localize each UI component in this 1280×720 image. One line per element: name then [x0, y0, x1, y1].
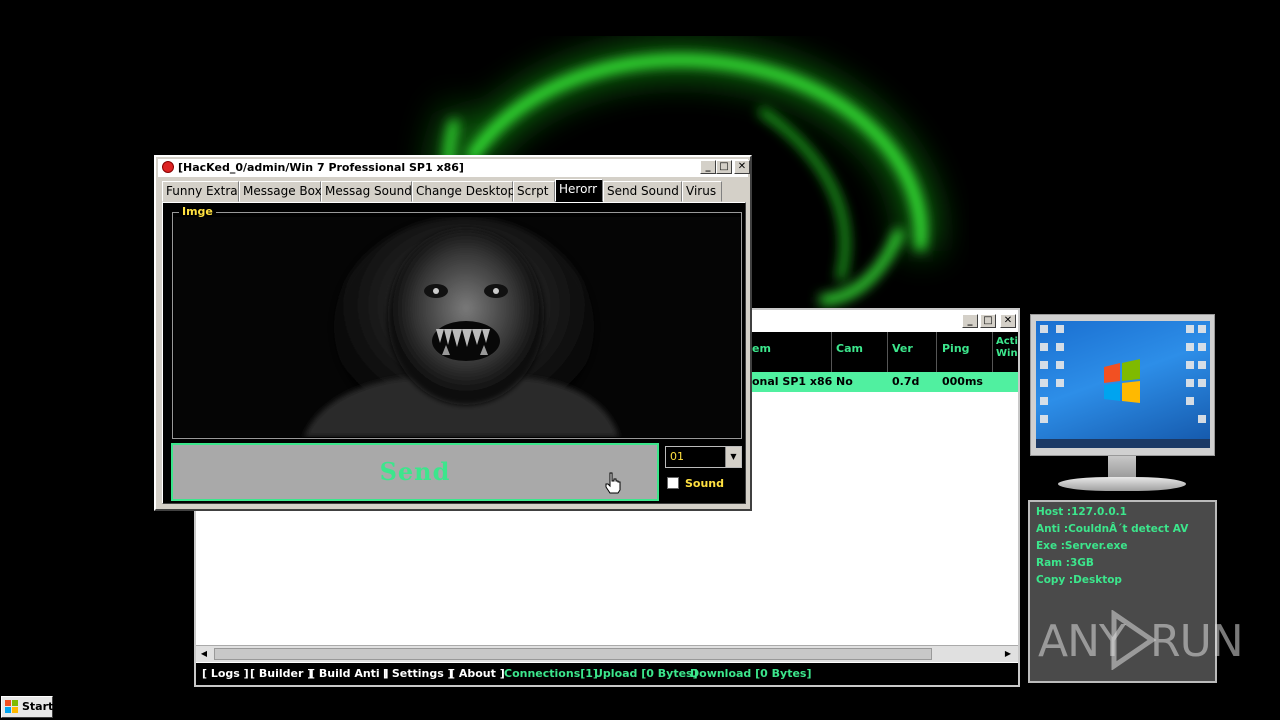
sound-select[interactable]: 01 ▼	[665, 446, 742, 468]
monitor-stand	[1108, 456, 1136, 478]
tab-virus[interactable]: Virus	[682, 181, 722, 202]
hand-cursor-icon	[605, 472, 621, 494]
info-host: Host :127.0.0.1	[1036, 506, 1127, 518]
sound-select-value: 01	[670, 450, 684, 463]
anyrun-watermark: ANY RUN	[1038, 610, 1244, 672]
scroll-right-icon[interactable]: ▶	[1002, 648, 1014, 660]
watermark-text-right: RUN	[1150, 616, 1244, 667]
close-button[interactable]: ✕	[734, 160, 750, 174]
app-icon	[162, 161, 174, 173]
column-header[interactable]: Ver	[892, 342, 913, 355]
remote-desktop-thumbnail[interactable]	[1030, 314, 1215, 456]
tab-strip: Funny Extra Message Box Messag Sound Cha…	[162, 179, 746, 203]
start-label: Start	[22, 700, 54, 713]
column-header[interactable]: Cam	[836, 342, 863, 355]
window-titlebar[interactable]: [HacKed_0/admin/Win 7 Professional SP1 x…	[158, 159, 750, 177]
window-title: [HacKed_0/admin/Win 7 Professional SP1 x…	[178, 161, 464, 174]
cell-system: onal SP1 x86	[752, 375, 833, 388]
tab-change-desktop[interactable]: Change Desktop	[412, 181, 515, 202]
build-anti-link[interactable]: [ Build Anti ]	[310, 667, 389, 680]
download-status: Download [0 Bytes]	[690, 667, 812, 680]
cell-ping: 000ms	[942, 375, 983, 388]
desktop: _ □ ✕ em Cam Ver Ping Acti Win onal SP1 …	[0, 0, 1280, 720]
close-button[interactable]: ✕	[1000, 314, 1016, 328]
send-button[interactable]: Send	[171, 443, 659, 501]
tab-scrpt[interactable]: Scrpt	[513, 181, 555, 202]
sound-checkbox[interactable]	[667, 477, 679, 489]
horizontal-scrollbar[interactable]: ◀ ▶	[196, 645, 1018, 662]
windows-logo-icon	[5, 700, 18, 713]
start-button[interactable]: Start	[1, 696, 53, 718]
tab-panel: Imge Send 01 ▼ Sound	[162, 202, 746, 504]
maximize-button[interactable]: □	[980, 314, 996, 328]
info-anti: Anti :CouldnÂ´t detect AV	[1036, 523, 1189, 535]
info-copy: Copy :Desktop	[1036, 574, 1122, 586]
builder-link[interactable]: [ Builder ]	[250, 667, 312, 680]
tab-herorr[interactable]: Herorr	[555, 179, 603, 202]
info-exe: Exe :Server.exe	[1036, 540, 1128, 552]
info-ram: Ram :3GB	[1036, 557, 1094, 569]
about-link[interactable]: [ About ]	[450, 667, 505, 680]
connections-status: Connections[1]	[504, 667, 598, 680]
scroll-thumb[interactable]	[214, 648, 932, 660]
scary-face-image	[174, 217, 740, 437]
upload-status: Upload [0 Bytes]	[594, 667, 698, 680]
settings-link[interactable]: [ Settings ]	[383, 667, 453, 680]
minimize-button[interactable]: _	[962, 314, 978, 328]
chevron-down-icon[interactable]: ▼	[725, 447, 741, 467]
cell-cam: No	[836, 375, 853, 388]
tab-send-sound[interactable]: Send Sound	[603, 181, 682, 202]
tab-funny-extra[interactable]: Funny Extra	[162, 181, 239, 202]
cell-version: 0.7d	[892, 375, 920, 388]
image-group: Imge	[172, 205, 742, 439]
status-bar: [ Logs ] [ Builder ] [ Build Anti ] [ Se…	[196, 663, 1018, 685]
scroll-left-icon[interactable]: ◀	[198, 648, 210, 660]
column-header[interactable]: Ping	[942, 342, 970, 355]
monitor-base	[1058, 477, 1186, 491]
remote-screen-preview	[1036, 321, 1210, 448]
column-header[interactable]: Acti Win	[996, 336, 1018, 360]
herorr-window: [HacKed_0/admin/Win 7 Professional SP1 x…	[154, 155, 752, 511]
tab-message-box[interactable]: Message Box	[239, 181, 322, 202]
sound-checkbox-label: Sound	[685, 477, 725, 490]
minimize-button[interactable]: _	[700, 160, 716, 174]
tab-messag-sound[interactable]: Messag Sound	[321, 181, 412, 202]
logs-link[interactable]: [ Logs ]	[202, 667, 249, 680]
column-header[interactable]: em	[752, 342, 771, 355]
maximize-button[interactable]: □	[716, 160, 732, 174]
